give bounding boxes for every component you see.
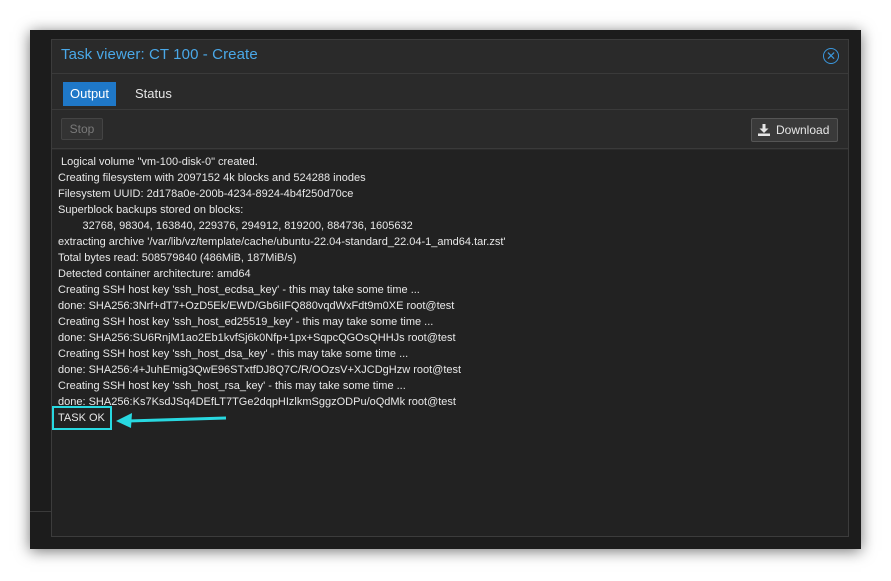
- log-line: Total bytes read: 508579840 (486MiB, 187…: [58, 252, 297, 264]
- log-line: extracting archive '/var/lib/vz/template…: [58, 236, 506, 248]
- close-circle-icon[interactable]: ✕: [823, 48, 839, 64]
- log-line: done: SHA256:4+JuhEmig3QwE96STxtfDJ8Q7C/…: [58, 364, 462, 376]
- log-line: Creating SSH host key 'ssh_host_dsa_key'…: [58, 348, 409, 360]
- log-line: Detected container architecture: amd64: [58, 268, 251, 280]
- log-line: Logical volume "vm-100-disk-0" created.: [58, 156, 258, 168]
- backdrop-divider: [30, 511, 52, 512]
- download-button[interactable]: Download: [751, 118, 838, 142]
- log-line: Creating filesystem with 2097152 4k bloc…: [58, 172, 366, 184]
- log-line: Filesystem UUID: 2d178a0e-200b-4234-8924…: [58, 188, 354, 200]
- log-line: Superblock backups stored on blocks:: [58, 204, 244, 216]
- log-line: Creating SSH host key 'ssh_host_ecdsa_ke…: [58, 284, 420, 296]
- log-line: done: SHA256:Ks7KsdJSq4DEfLT7TGe2dqpHIzl…: [58, 396, 456, 408]
- log-line: Creating SSH host key 'ssh_host_rsa_key'…: [58, 380, 406, 392]
- download-label: Download: [776, 123, 830, 137]
- log-line: done: SHA256:SU6RnjM1ao2Eb1kvfSj6k0Nfp+1…: [58, 332, 456, 344]
- annotation-arrow: [116, 413, 227, 428]
- toolbar: Stop Download: [52, 110, 848, 149]
- download-icon: [758, 124, 770, 136]
- window-title: Task viewer: CT 100 - Create: [61, 46, 258, 63]
- log-line: 32768, 98304, 163840, 229376, 294912, 81…: [58, 220, 413, 232]
- titlebar: Task viewer: CT 100 - Create ✕: [52, 40, 848, 73]
- task-viewer-window: Task viewer: CT 100 - Create ✕ Output St…: [51, 39, 849, 537]
- task-output-log[interactable]: Logical volume "vm-100-disk-0" created. …: [52, 150, 848, 536]
- task-ok-highlight: [52, 406, 112, 430]
- log-line: done: SHA256:3Nrf+dT7+OzD5Ek/EWD/Gb6iIFQ…: [58, 300, 455, 312]
- tab-bar: Output Status: [52, 73, 848, 110]
- tab-output[interactable]: Output: [63, 82, 117, 106]
- tab-status[interactable]: Status: [128, 82, 179, 106]
- stop-button[interactable]: Stop: [61, 118, 103, 140]
- log-line: Creating SSH host key 'ssh_host_ed25519_…: [58, 316, 434, 328]
